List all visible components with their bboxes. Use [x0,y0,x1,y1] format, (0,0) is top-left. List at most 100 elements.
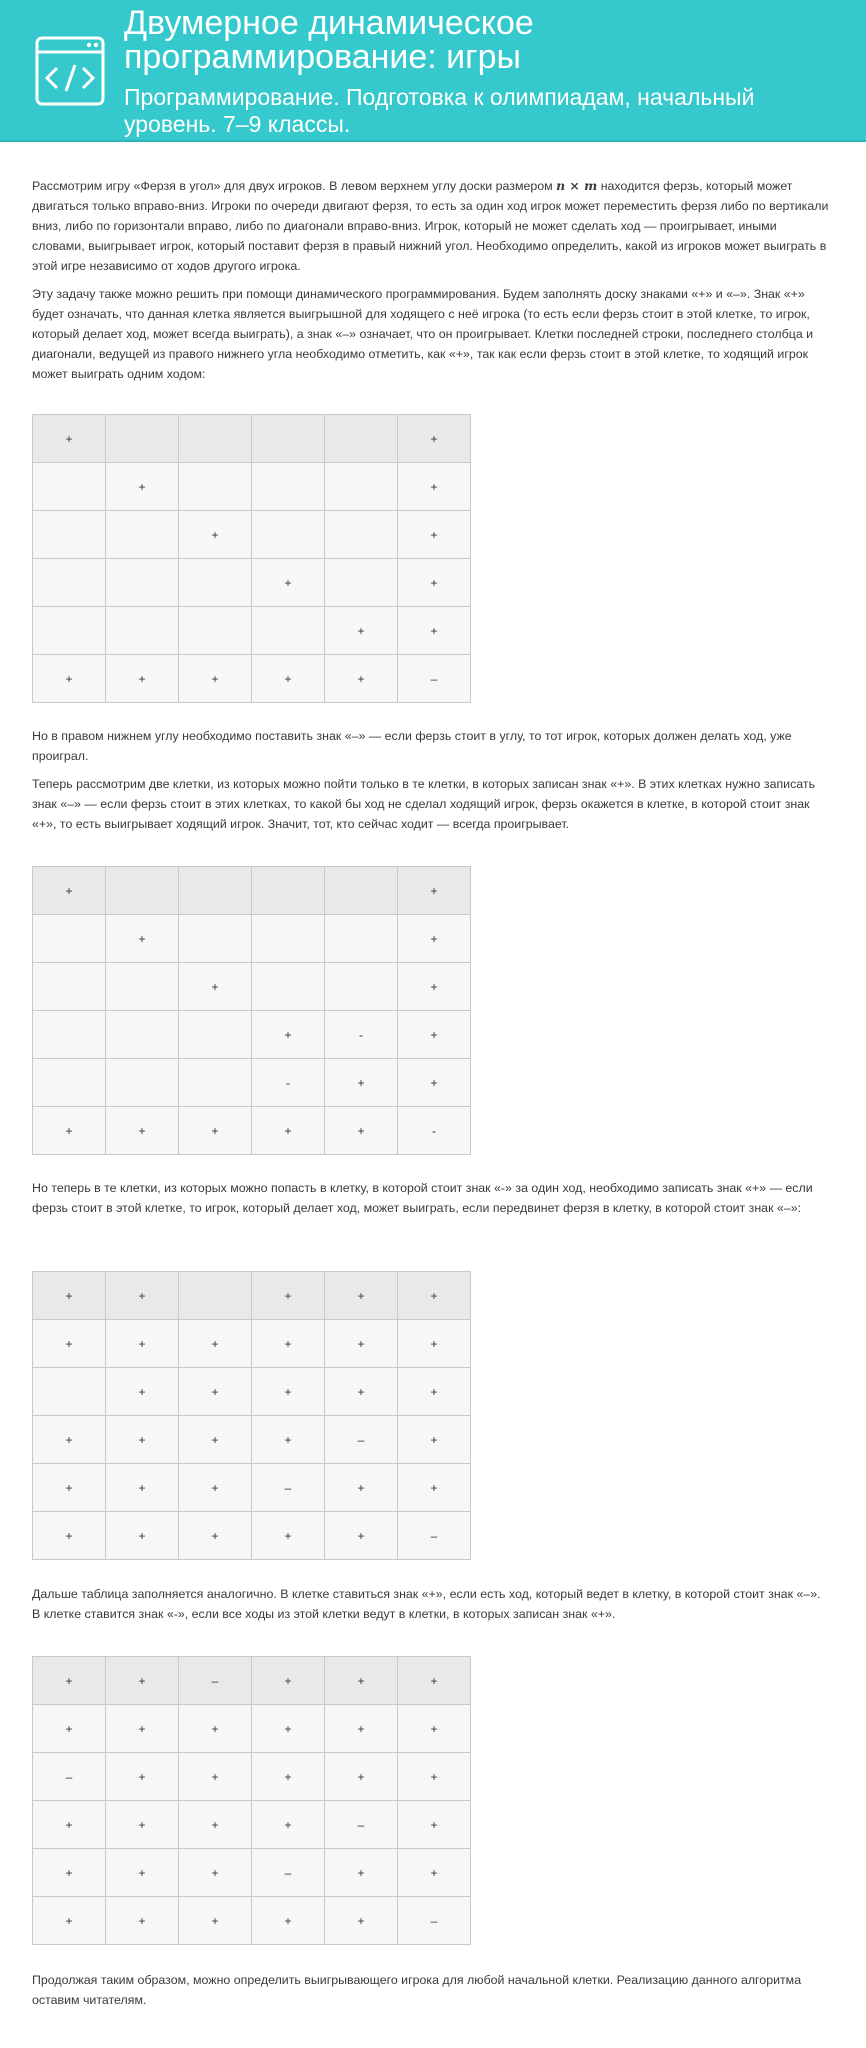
board-row: + + – + + + [32,1656,471,1705]
paragraph-corner: Но в правом нижнем углу необходимо поста… [32,729,792,763]
board-table-4: + + – + + + + + + + + + – + + + + + + + + + – + + + + – + + + + + + + – [32,1656,471,1945]
board-cell [324,914,398,963]
board-cell: + [397,962,471,1011]
board-cell: – [251,1848,325,1897]
board-cell [105,1058,179,1107]
board-cell: + [32,1463,106,1512]
board-row: + + + + + + [32,1704,471,1753]
board-row: + + + + + – [32,1511,471,1560]
board-cell: + [178,1704,252,1753]
board-cell: + [397,1848,471,1897]
board-cell [178,462,252,511]
board-row: + + [32,462,471,511]
board-cell [32,1010,106,1059]
board-cell [251,962,325,1011]
board-cell: + [251,1010,325,1059]
board-cell [324,962,398,1011]
board-cell: + [105,1656,179,1705]
board-cell [32,1367,106,1416]
board-cell: + [324,1511,398,1560]
board-cell: + [324,1704,398,1753]
board-cell [324,414,398,463]
board-cell: + [397,1010,471,1059]
board-cell [178,414,252,463]
board-cell: + [32,1511,106,1560]
board-cell: + [105,1106,179,1155]
intro-text: находится ферзь, который может двигаться… [32,179,829,273]
board-cell: + [178,1106,252,1155]
board-cell [105,414,179,463]
board-cell: + [251,1896,325,1945]
board-cell: – [324,1415,398,1464]
board-cell: + [251,1106,325,1155]
board-cell: - [324,1010,398,1059]
board-cell: + [324,606,398,655]
board-cell: + [397,1367,471,1416]
board-table-2: + + + + + + + - + - + + + + + + + - [32,866,471,1155]
board-cell [178,1010,252,1059]
board-cell [324,866,398,915]
board-cell [105,606,179,655]
board-cell: – [397,654,471,703]
board-cell: – [324,1800,398,1849]
board-cell: + [105,1896,179,1945]
board-cell: + [32,1271,106,1320]
board-cell: + [251,1367,325,1416]
board-table-1: + + + + + + + + + + + + + + + – [32,414,471,703]
board-cell: + [178,1367,252,1416]
board-cell [178,1271,252,1320]
board-row: + + + + – + [32,1415,471,1464]
board-cell: + [324,1848,398,1897]
board-cell: + [397,1704,471,1753]
board-cell: + [105,1848,179,1897]
board-cell: + [178,1511,252,1560]
board-row: + + + – + + [32,1463,471,1512]
board-cell: + [178,1463,252,1512]
board-cell: + [105,1415,179,1464]
board-row: + + + + + – [32,1896,471,1945]
board-cell: + [105,654,179,703]
board-table-3: + + + + + + + + + + + + + + + + + + + + – + + + + – + + + + + + + – [32,1271,471,1560]
board-cell: + [397,606,471,655]
board-cell: + [178,1896,252,1945]
board-cell: – [251,1463,325,1512]
board-cell [32,914,106,963]
paragraph-conclusion: Продолжая таким образом, можно определит… [32,1973,802,2007]
board-cell [32,510,106,559]
board-row: + + + + – + [32,1800,471,1849]
board-cell: + [32,414,106,463]
board-cell: + [397,462,471,511]
board-cell: + [251,1511,325,1560]
board-cell [32,462,106,511]
board-cell: + [32,1704,106,1753]
board-row: + + [32,606,471,655]
board-cell [251,606,325,655]
board-row: + + + – + + [32,1848,471,1897]
board-cell: + [397,1058,471,1107]
paragraph-plus-cells: Но теперь в те клетки, из которых можно … [32,1181,813,1215]
board-cell: + [397,1800,471,1849]
board-cell [105,962,179,1011]
board-cell: + [32,1656,106,1705]
board-cell: + [324,1463,398,1512]
board-cell: + [105,1271,179,1320]
code-window-icon [35,36,105,106]
board-cell [32,606,106,655]
intro-text: Рассмотрим игру «Ферзя в угол» для двух … [32,179,557,193]
board-row: + + [32,962,471,1011]
board-cell: + [397,510,471,559]
board-cell: + [251,1319,325,1368]
board-cell: + [324,1896,398,1945]
board-cell: + [397,414,471,463]
board-cell: + [105,1319,179,1368]
board-cell: + [32,1415,106,1464]
board-cell: + [397,1463,471,1512]
board-cell: + [178,1848,252,1897]
board-cell [178,1058,252,1107]
board-cell [105,1010,179,1059]
board-cell: + [397,1271,471,1320]
board-cell: + [32,654,106,703]
board-cell: + [397,866,471,915]
board-cell: + [251,1271,325,1320]
board-cell: + [251,1656,325,1705]
